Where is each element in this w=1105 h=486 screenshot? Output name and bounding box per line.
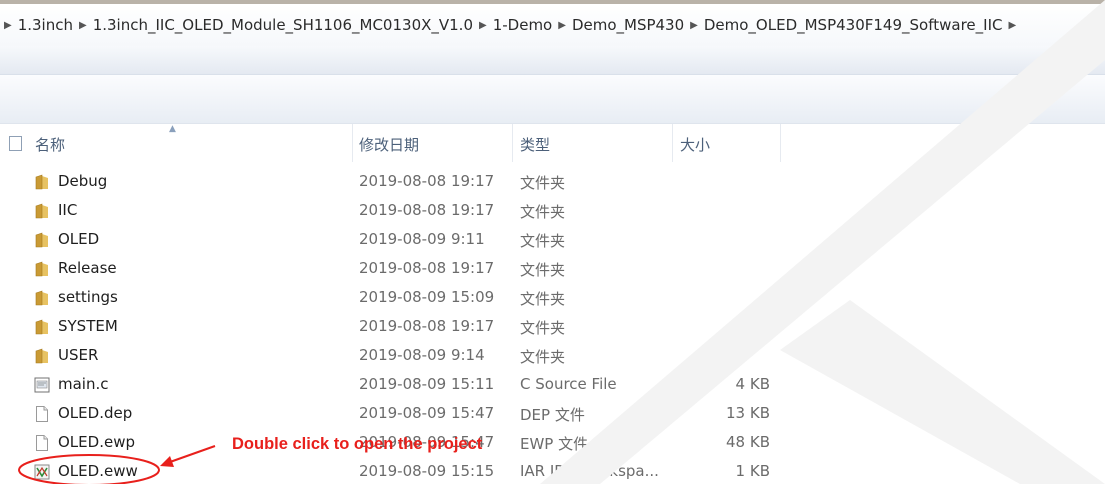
column-header-date[interactable]: 修改日期 (359, 134, 419, 155)
breadcrumb-label[interactable]: Demo_MSP430 (572, 16, 684, 34)
breadcrumb-item[interactable]: ▶ Demo_OLED_MSP430F149_Software_IIC (684, 16, 1002, 34)
folder-icon (34, 203, 50, 219)
file-type: 文件夹 (520, 174, 566, 192)
file-name: OLED.dep (58, 404, 133, 422)
file-name: OLED.ewp (58, 433, 135, 451)
file-size: 48 KB (726, 433, 770, 451)
folder-icon (34, 348, 50, 364)
file-name: USER (58, 346, 99, 364)
column-divider[interactable] (780, 124, 781, 162)
breadcrumb: ▶ 1.3inch ▶ 1.3inch_IIC_OLED_Module_SH1106_… (0, 4, 1105, 46)
column-header-name[interactable]: 名称 (35, 134, 65, 155)
chevron-right-icon[interactable]: ▶ (479, 20, 487, 31)
file-type: 文件夹 (520, 319, 566, 337)
file-name: main.c (58, 375, 109, 393)
annotation-text: Double click to open the project (232, 435, 483, 453)
file-type: 文件夹 (520, 232, 566, 250)
file-date: 2019-08-08 19:17 (359, 259, 495, 277)
file-name: Debug (58, 172, 108, 190)
file-name: Release (58, 259, 117, 277)
file-date: 2019-08-09 15:11 (359, 375, 495, 393)
file-name: settings (58, 288, 118, 306)
file-icon (34, 435, 50, 451)
file-type: 文件夹 (520, 203, 566, 221)
file-type: 文件夹 (520, 348, 566, 366)
c-source-file-icon (34, 377, 50, 393)
breadcrumb-item[interactable]: ▶ 1-Demo (473, 16, 552, 34)
file-type: IAR IDE Workspa... (520, 462, 659, 480)
file-name: SYSTEM (58, 317, 118, 335)
file-type: 文件夹 (520, 261, 566, 279)
file-date: 2019-08-09 9:14 (359, 346, 485, 364)
list-item[interactable]: settings 2019-08-09 15:09 文件夹 (0, 283, 1105, 312)
breadcrumb-label[interactable]: 1.3inch_IIC_OLED_Module_SH1106_MC0130X_V… (93, 16, 473, 34)
column-divider[interactable] (512, 124, 513, 162)
list-item[interactable]: main.c 2019-08-09 15:11 C Source File 4 KB (0, 370, 1105, 399)
list-item[interactable]: OLED.dep 2019-08-09 15:47 DEP 文件 13 KB (0, 399, 1105, 428)
list-item[interactable]: SYSTEM 2019-08-08 19:17 文件夹 (0, 312, 1105, 341)
file-size: 1 KB (735, 462, 770, 480)
folder-icon (34, 232, 50, 248)
command-bar (0, 75, 1105, 124)
column-header-type[interactable]: 类型 (520, 134, 550, 155)
breadcrumb-item[interactable]: ▶ Demo_MSP430 (552, 16, 684, 34)
file-icon (34, 406, 50, 422)
chevron-right-icon[interactable]: ▶ (558, 20, 566, 31)
list-item[interactable]: USER 2019-08-09 9:14 文件夹 (0, 341, 1105, 370)
folder-icon (34, 174, 50, 190)
breadcrumb-label[interactable]: 1.3inch (18, 16, 73, 34)
list-item[interactable]: Debug 2019-08-08 19:17 文件夹 (0, 167, 1105, 196)
chevron-right-icon[interactable]: ▶ (79, 20, 87, 31)
file-name: OLED.eww (58, 462, 138, 480)
file-name: IIC (58, 201, 78, 219)
folder-icon (34, 290, 50, 306)
list-item[interactable]: Release 2019-08-08 19:17 文件夹 (0, 254, 1105, 283)
breadcrumb-label[interactable]: 1-Demo (493, 16, 553, 34)
file-date: 2019-08-08 19:17 (359, 201, 495, 219)
breadcrumb-item[interactable]: ▶ 1.3inch_IIC_OLED_Module_SH1106_MC0130X_… (73, 16, 473, 34)
iar-workspace-icon (34, 464, 50, 480)
file-name: OLED (58, 230, 100, 248)
folder-icon (34, 261, 50, 277)
file-type: C Source File (520, 375, 617, 393)
column-divider[interactable] (352, 124, 353, 162)
chevron-right-icon[interactable]: ▶ (4, 20, 12, 31)
file-date: 2019-08-09 9:11 (359, 230, 485, 248)
file-size: 4 KB (735, 375, 770, 393)
file-type: 文件夹 (520, 290, 566, 308)
file-date: 2019-08-09 15:47 (359, 404, 495, 422)
list-item[interactable]: OLED.eww 2019-08-09 15:15 IAR IDE Workspa.… (0, 457, 1105, 486)
select-all-checkbox[interactable] (9, 136, 22, 151)
toolbar (0, 46, 1105, 75)
column-header: ▲ 名称 修改日期 类型 大小 (0, 124, 1105, 162)
file-date: 2019-08-09 15:09 (359, 288, 495, 306)
column-divider[interactable] (672, 124, 673, 162)
file-type: EWP 文件 (520, 435, 589, 453)
list-item[interactable]: IIC 2019-08-08 19:17 文件夹 (0, 196, 1105, 225)
folder-icon (34, 319, 50, 335)
chevron-right-icon[interactable]: ▶ (690, 20, 698, 31)
breadcrumb-label[interactable]: Demo_OLED_MSP430F149_Software_IIC (704, 16, 1003, 34)
chevron-right-icon[interactable]: ▶ (1008, 20, 1016, 31)
file-size: 13 KB (726, 404, 770, 422)
file-date: 2019-08-08 19:17 (359, 317, 495, 335)
list-item[interactable]: OLED.ewp 2019-08-09 15:47 EWP 文件 48 KB (0, 428, 1105, 457)
file-date: 2019-08-08 19:17 (359, 172, 495, 190)
file-date: 2019-08-09 15:15 (359, 462, 495, 480)
breadcrumb-item[interactable]: ▶ 1.3inch (0, 16, 73, 34)
column-header-size[interactable]: 大小 (680, 134, 710, 155)
file-type: DEP 文件 (520, 406, 585, 424)
sort-ascending-icon: ▲ (169, 124, 176, 134)
list-item[interactable]: OLED 2019-08-09 9:11 文件夹 (0, 225, 1105, 254)
